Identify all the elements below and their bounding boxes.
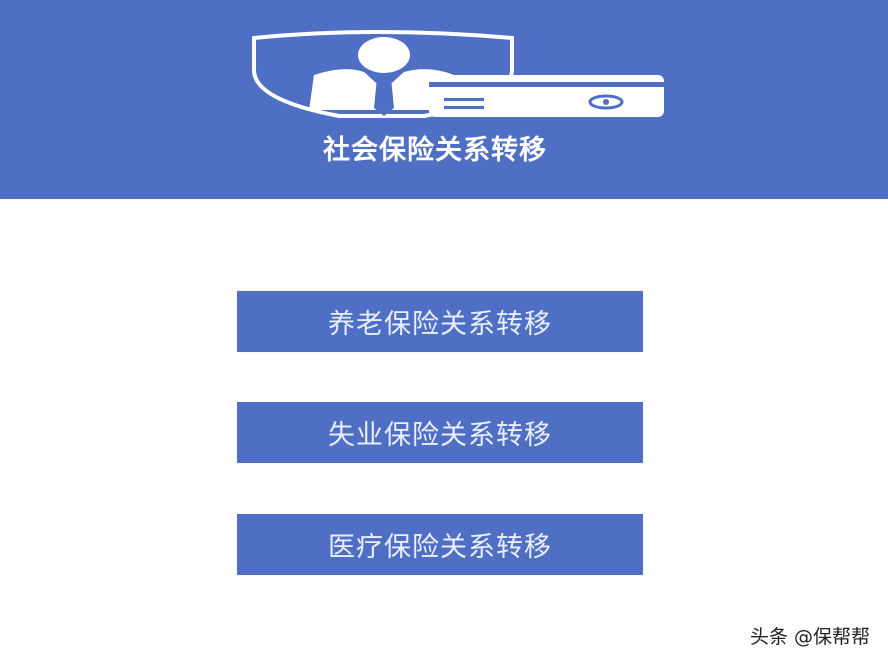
header-banner: 社会保险关系转移 xyxy=(0,0,888,199)
page-title: 社会保险关系转移 xyxy=(323,135,547,166)
pension-insurance-transfer-button[interactable]: 养老保险关系转移 xyxy=(237,291,643,352)
shield-person-id-card-icon xyxy=(252,30,664,118)
watermark-text: 头条 @保帮帮 xyxy=(749,626,870,648)
unemployment-insurance-transfer-button[interactable]: 失业保险关系转移 xyxy=(237,402,643,463)
medical-insurance-transfer-button[interactable]: 医疗保险关系转移 xyxy=(237,514,643,575)
